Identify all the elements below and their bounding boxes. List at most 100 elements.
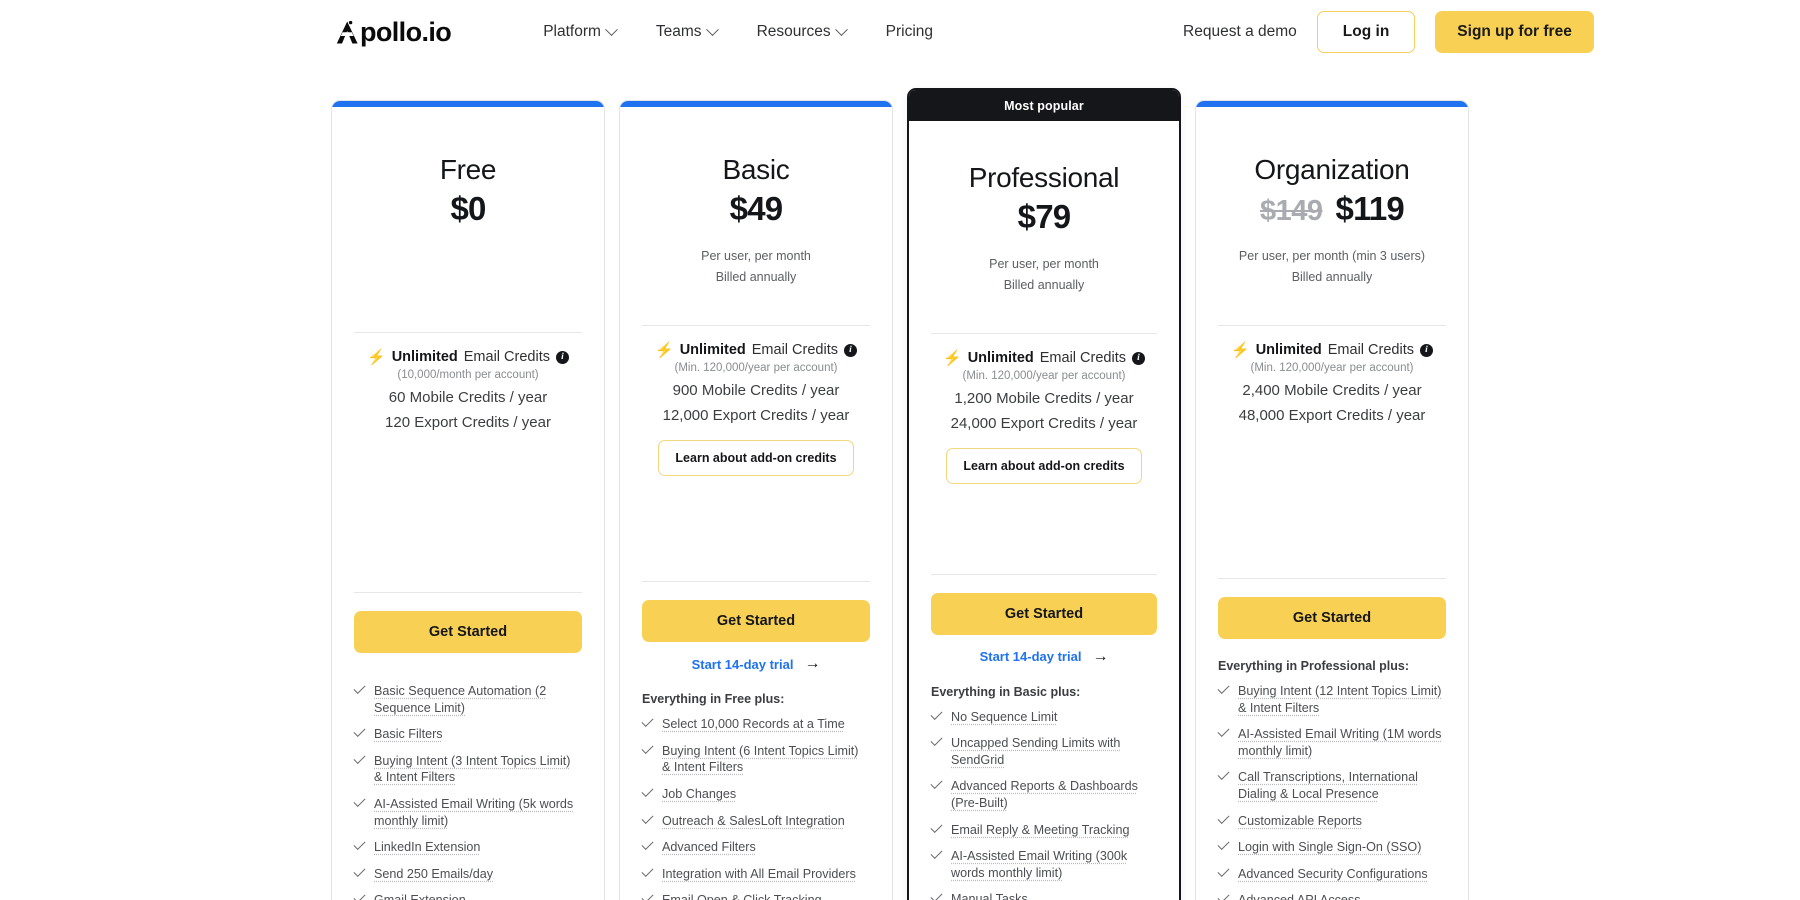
feature-label[interactable]: No Sequence Limit	[951, 709, 1057, 726]
check-icon	[930, 847, 943, 860]
card-accent-bar	[1196, 101, 1468, 107]
feature-label[interactable]: Uncapped Sending Limits with SendGrid	[951, 735, 1157, 768]
feature-item: Login with Single Sign-On (SSO)	[1217, 838, 1446, 856]
plan-price: $119	[1335, 190, 1405, 227]
check-icon	[1217, 864, 1230, 877]
info-icon[interactable]: i	[1131, 351, 1145, 365]
info-icon[interactable]: i	[555, 350, 569, 364]
info-icon[interactable]: i	[1419, 343, 1433, 357]
feature-label[interactable]: Outreach & SalesLoft Integration	[662, 813, 845, 830]
feature-label[interactable]: AI-Assisted Email Writing (1M words mont…	[1238, 726, 1446, 759]
feature-label[interactable]: Gmail Extension	[374, 892, 466, 900]
feature-label[interactable]: Manual Tasks	[951, 891, 1028, 900]
plan-price: $0	[450, 190, 486, 227]
feature-label[interactable]: Advanced API Access	[1238, 892, 1361, 900]
check-icon	[641, 715, 654, 728]
feature-label[interactable]: Login with Single Sign-On (SSO)	[1238, 839, 1421, 856]
plan-credits: ⚡ Unlimited Email Credits i (Min. 120,00…	[1218, 326, 1446, 424]
start-trial-link[interactable]: Start 14-day trial →	[980, 647, 1109, 665]
feature-item: Email Reply & Meeting Tracking	[930, 820, 1157, 839]
nav-item-teams[interactable]: Teams	[656, 22, 719, 41]
nav-item-platform[interactable]: Platform	[543, 22, 618, 41]
feature-item: Basic Filters	[353, 725, 582, 743]
feature-label[interactable]: Buying Intent (3 Intent Topics Limit) & …	[374, 753, 582, 786]
email-credits-label: Email Credits	[751, 342, 838, 359]
feature-label[interactable]: Advanced Reports & Dashboards (Pre-Built…	[951, 778, 1157, 811]
mobile-credits-line: 900 Mobile Credits / year	[672, 382, 840, 400]
apollo-logo-text: pollo.io	[360, 16, 452, 47]
plan-card-organization: Organization $149 $119 Per user, per month…	[1195, 100, 1469, 900]
feature-item: Uncapped Sending Limits with SendGrid	[930, 734, 1157, 768]
get-started-button[interactable]: Get Started	[931, 592, 1157, 635]
learn-addon-credits-button[interactable]: Learn about add-on credits	[946, 448, 1142, 485]
signup-button[interactable]: Sign up for free	[1435, 11, 1594, 53]
email-credits-note: (Min. 120,000/year per account)	[1250, 362, 1414, 375]
feature-label[interactable]: Email Reply & Meeting Tracking	[951, 822, 1129, 839]
feature-label[interactable]: AI-Assisted Email Writing (5k words mont…	[374, 796, 582, 829]
plan-card-body: Professional $79 Per user, per month Bill…	[909, 121, 1179, 900]
plan-price: $79	[1017, 198, 1071, 235]
feature-label[interactable]: Basic Sequence Automation (2 Sequence Li…	[374, 683, 582, 716]
email-credits-headline: ⚡ Unlimited Email Credits i	[1218, 342, 1446, 358]
plan-credits: ⚡ Unlimited Email Credits i (10,000/mont…	[354, 333, 582, 431]
feature-item: Advanced API Access	[1217, 891, 1446, 900]
feature-label[interactable]: Buying Intent (12 Intent Topics Limit) &…	[1238, 683, 1446, 716]
card-accent-bar	[620, 101, 892, 107]
login-button[interactable]: Log in	[1316, 11, 1416, 53]
billing-period: Per user, per month	[989, 257, 1099, 271]
request-demo-link[interactable]: Request a demo	[1183, 23, 1297, 41]
get-started-button[interactable]: Get Started	[642, 600, 870, 643]
feature-item: No Sequence Limit	[930, 707, 1157, 726]
check-icon	[1217, 838, 1230, 851]
plan-name: Basic	[722, 154, 790, 185]
feature-item: AI-Assisted Email Writing (5k words mont…	[353, 794, 582, 829]
nav-item-pricing[interactable]: Pricing	[886, 23, 933, 41]
chevron-down-icon	[605, 22, 618, 36]
feature-label[interactable]: Email Open & Click Tracking	[662, 892, 822, 900]
feature-label[interactable]: Select 10,000 Records at a Time	[662, 716, 845, 733]
feature-label[interactable]: Job Changes	[662, 786, 736, 803]
check-icon	[930, 777, 943, 790]
billing-frequency: Billed annually	[1003, 277, 1085, 292]
plan-price-original: $149	[1260, 195, 1323, 227]
feature-label[interactable]: Advanced Filters	[662, 839, 756, 856]
export-credits-line: 24,000 Export Credits / year	[950, 415, 1138, 433]
learn-addon-credits-button[interactable]: Learn about add-on credits	[658, 440, 854, 477]
feature-item: Advanced Reports & Dashboards (Pre-Built…	[930, 777, 1157, 811]
check-icon	[353, 838, 366, 851]
get-started-button[interactable]: Get Started	[354, 610, 582, 653]
feature-label[interactable]: Buying Intent (6 Intent Topics Limit) & …	[662, 743, 870, 776]
feature-label[interactable]: LinkedIn Extension	[374, 839, 480, 856]
feature-item: Call Transcriptions, International Diali…	[1217, 768, 1446, 802]
feature-label[interactable]: Customizable Reports	[1238, 813, 1362, 830]
feature-label[interactable]: Call Transcriptions, International Diali…	[1238, 769, 1446, 802]
chevron-down-icon	[834, 22, 848, 36]
nav-item-resources[interactable]: Resources	[757, 22, 848, 41]
start-trial-link[interactable]: Start 14-day trial →	[692, 656, 821, 672]
export-credits-line: 120 Export Credits / year	[385, 414, 551, 431]
info-icon[interactable]: i	[843, 343, 857, 357]
feature-item: Job Changes	[641, 784, 870, 803]
plan-name: Professional	[968, 162, 1120, 193]
plan-feature-list: Everything in Basic plus: No Sequence Li…	[930, 685, 1157, 900]
arrow-right-icon: →	[804, 655, 821, 673]
check-icon	[641, 864, 654, 877]
plan-billing: Per user, per month Billed annually	[989, 254, 1099, 295]
feature-label[interactable]: Integration with All Email Providers	[662, 866, 856, 883]
email-credits-note: (Min. 120,000/year per account)	[674, 362, 838, 375]
email-credits-headline: ⚡ Unlimited Email Credits i	[642, 342, 870, 358]
feature-label[interactable]: Send 250 Emails/day	[374, 866, 493, 883]
feature-label[interactable]: Advanced Security Configurations	[1238, 866, 1428, 883]
cta-divider	[354, 591, 582, 593]
check-icon	[1217, 811, 1230, 824]
plan-price: $49	[729, 190, 783, 227]
email-credits-emphasis: Unlimited	[967, 350, 1034, 367]
plan-feature-list: Everything in Free plus: Select 10,000 R…	[641, 692, 870, 900]
feature-label[interactable]: AI-Assisted Email Writing (300k words mo…	[951, 848, 1157, 881]
apollo-logo[interactable]: pollo.io	[336, 16, 452, 48]
feature-label[interactable]: Basic Filters	[374, 726, 443, 743]
arrow-right-icon: →	[1092, 647, 1109, 665]
get-started-button[interactable]: Get Started	[1218, 596, 1446, 639]
nav-label-pricing: Pricing	[885, 23, 934, 40]
plan-credits: ⚡ Unlimited Email Credits i (Min. 120,00…	[642, 326, 870, 424]
